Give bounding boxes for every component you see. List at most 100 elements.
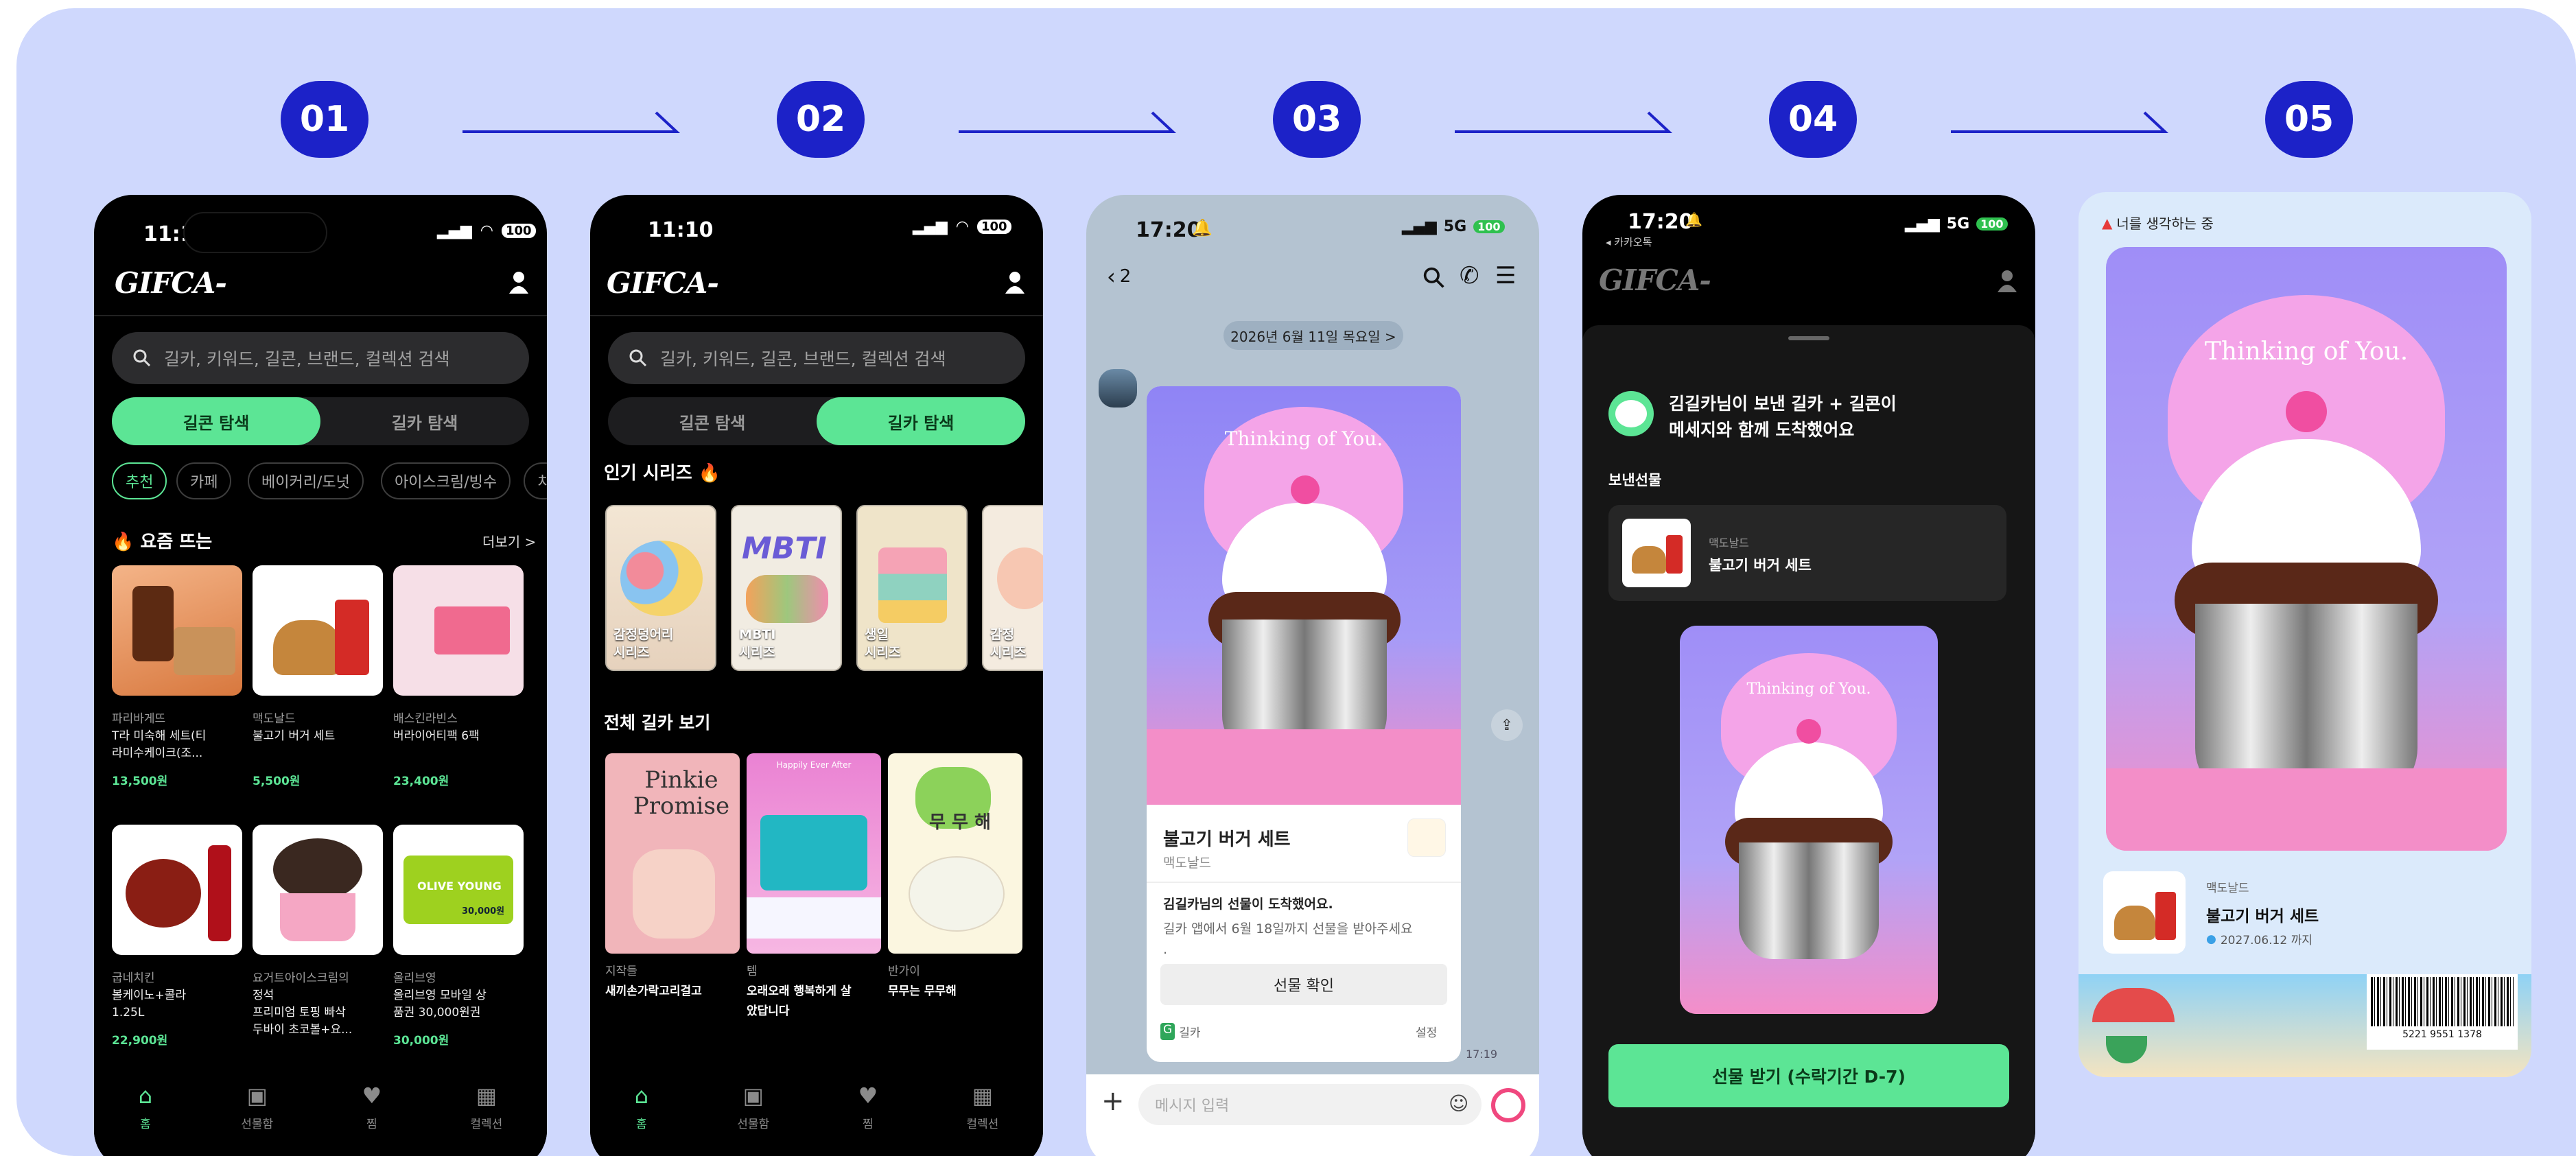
menu-icon[interactable]: ☰ [1495,262,1516,290]
app-logo: GIFCA- [1599,263,1711,297]
tab-wishlist[interactable]: ♥ 찜 [858,1083,878,1131]
tab-collection[interactable]: ▦ 컬렉션 [966,1083,998,1131]
card-info[interactable]: 지작들 새끼손가락고리걸고 [605,962,742,1002]
profile-icon[interactable] [508,270,529,295]
series-label: 감정덩어리 시리즈 [613,627,674,660]
product-image[interactable] [253,825,383,955]
explore-toggle: 길콘 탐색 길카 탐색 [608,397,1025,445]
confirm-gift-button[interactable]: 선물 확인 [1160,964,1447,1005]
chip-cafe[interactable]: 카페 [176,462,232,499]
receive-gift-button[interactable]: 선물 받기 (수락기간 D-7) [1608,1044,2009,1107]
more-link[interactable]: 더보기 > [482,531,536,551]
product-name: 올리브영 모바일 상 [393,989,487,1002]
explore-toggle: 길콘 탐색 길카 탐색 [112,397,529,445]
series-label: MBTI 시리즈 [739,627,776,660]
card-info[interactable]: 템 오래오래 행복하게 살 았답니다 [747,962,891,1022]
sheet-handle[interactable] [1788,336,1829,340]
barcode: 5221 9551 1378 [2367,974,2518,1050]
gift-card-thumbnail[interactable]: Happily Ever After [747,753,881,954]
product-name: 두바이 초코볼+요... [253,1023,353,1037]
product-name: 불고기 버거 세트 [1709,557,1812,574]
back-button[interactable]: ‹ 2 [1107,263,1131,290]
settings-link[interactable]: 설정 [1416,1023,1437,1040]
product-name: 볼케이노+콜라 [112,989,187,1002]
tab-gicon-explore[interactable]: 길콘 탐색 [608,397,817,445]
step-badge-1: 01 [281,81,368,158]
chip-bakery[interactable]: 베이커리/도넛 [248,462,364,499]
tab-giftbox[interactable]: ▣ 선물함 [737,1083,769,1131]
search-icon[interactable] [1422,266,1446,290]
bell-icon: ▲ [2102,214,2113,231]
tab-gica-explore[interactable]: 길카 탐색 [817,397,1025,445]
back-to-kakao[interactable]: ◂ 카카오톡 [1606,235,1652,249]
tab-gicon-explore[interactable]: 길콘 탐색 [112,397,320,445]
product-brand: 맥도날드 [253,712,296,726]
product-brand: 올리브영 [393,971,436,985]
step-badge-4: 04 [1769,81,1857,158]
chip-more[interactable]: 치 [524,462,547,499]
tab-giftbox[interactable]: ▣ 선물함 [241,1083,273,1131]
section-title-popular: 인기 시리즈 🔥 [604,463,721,484]
tab-collection[interactable]: ▦ 컬렉션 [470,1083,502,1131]
product-card[interactable]: 배스킨라빈스 버라이어티팩 6팩 23,400원 [393,711,530,790]
product-card[interactable]: 요거트아이스크림의 정석 프리미엄 토핑 빠삭 두바이 초코볼+요... [253,970,390,1039]
card-info[interactable]: 반가이 무무는 무무해 [888,962,1025,1002]
series-card[interactable]: MBTI MBTI 시리즈 [731,505,842,671]
app-icon: G [1160,1023,1175,1040]
product-card[interactable]: 올리브영 올리브영 모바일 상 품권 30,000원권 30,000원 [393,970,530,1050]
series-card[interactable]: 감정덩어리 시리즈 [605,505,716,671]
tab-wishlist[interactable]: ♥ 찜 [362,1083,382,1131]
gift-card-image[interactable]: Thinking of You. [2106,247,2507,851]
arrival-title: 김길카님이 보낸 길카 + 길콘이 메세지와 함께 도착했어요 [1669,394,1897,440]
product-card[interactable]: 파리바게뜨 T라 미숙해 세트(티 라미수케이크(조... 13,500원 [112,711,249,790]
gift-card-thumbnail[interactable]: 무 무 해 [888,753,1022,954]
product-image[interactable] [393,565,524,696]
message-input[interactable]: 메시지 입력 [1138,1084,1482,1125]
tab-gica-explore[interactable]: 길카 탐색 [320,397,529,445]
product-image[interactable] [112,565,242,696]
search-input[interactable]: 길카, 키워드, 길콘, 브랜드, 컬렉션 검색 [112,332,529,384]
battery-icon: 100 [1473,220,1505,233]
gift-message-bubble[interactable]: Thinking of You. 불고기 버거 세트 맥도날드 김길카님의 선물… [1147,386,1461,1062]
phone-icon[interactable]: ✆ [1460,262,1479,290]
product-image[interactable]: OLIVE YOUNG 30,000원 [393,825,524,955]
tab-home[interactable]: ⌂ 홈 [139,1083,152,1131]
product-image[interactable] [253,565,383,696]
card-text: Thinking of You. [1224,427,1383,450]
heart-icon: ♥ [858,1083,878,1109]
product-name: 정석 [253,989,274,1002]
card-author: 반가이 [888,965,920,978]
sent-gift-label: 보낸선물 [1608,472,1662,488]
profile-icon[interactable] [1997,269,2017,294]
gift-received-screen: ▲ 너를 생각하는 중 Thinking of You. 맥도날드 불고기 버거 … [2079,192,2531,1077]
profile-icon[interactable] [1005,270,1025,295]
search-placeholder: 길카, 키워드, 길콘, 브랜드, 컬렉션 검색 [660,349,946,369]
series-card[interactable]: 생일 시리즈 [856,505,968,671]
series-label: 감정 시리즈 [990,627,1027,660]
share-icon[interactable]: ⇪ [1491,709,1523,741]
gift-card-thumbnail[interactable]: Pinkie Promise [605,753,740,954]
product-name: 라미수케이크(조... [112,746,203,760]
product-thumbnail [1622,519,1691,587]
avatar[interactable] [1099,369,1137,408]
sent-gift-card[interactable]: 맥도날드 불고기 버거 세트 [1608,505,2006,601]
plus-icon[interactable]: + [1101,1085,1125,1117]
home-icon: ⌂ [634,1083,648,1109]
arrow-icon [1455,111,1673,133]
tab-home[interactable]: ⌂ 홈 [635,1083,648,1131]
product-price: 5,500원 [253,775,301,788]
heart-icon: ♥ [362,1083,382,1109]
product-thumbnail [1407,818,1446,857]
app-footer[interactable]: G 길카 [1160,1023,1200,1040]
product-image[interactable] [112,825,242,955]
chip-icecream[interactable]: 아이스크림/빙수 [381,462,511,499]
send-icon[interactable] [1491,1088,1525,1122]
bottom-tab-bar: ⌂ 홈 ▣ 선물함 ♥ 찜 ▦ 컬렉션 [94,1073,547,1156]
series-card[interactable]: 감정 시리즈 [982,505,1043,671]
chip-recommended[interactable]: 추천 [112,462,167,499]
emoji-icon[interactable]: ☺ [1449,1092,1468,1115]
search-input[interactable]: 길카, 키워드, 길콘, 브랜드, 컬렉션 검색 [608,332,1025,384]
product-card[interactable]: 굽네치킨 볼케이노+콜라 1.25L 22,900원 [112,970,249,1050]
product-brand: 맥도날드 [1163,856,1211,871]
product-card[interactable]: 맥도날드 불고기 버거 세트 5,500원 [253,711,390,790]
